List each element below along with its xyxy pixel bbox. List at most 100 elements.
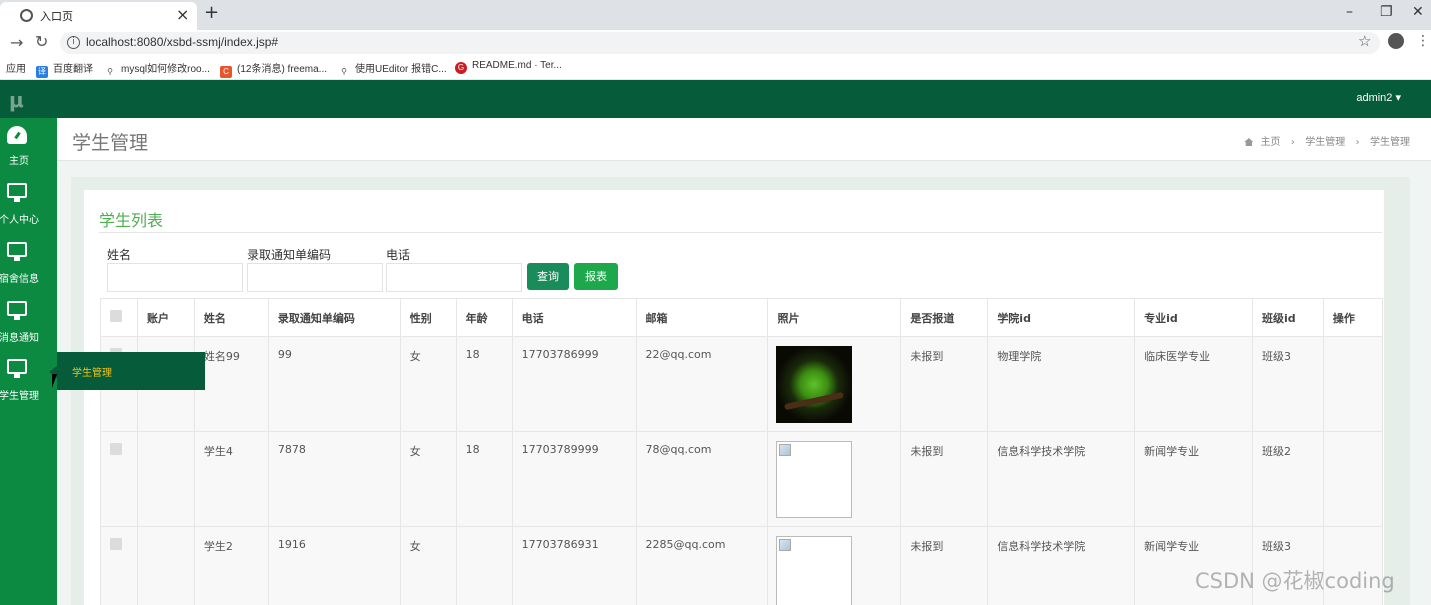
row-select-cell [100,526,138,605]
breadcrumb-item[interactable]: 学生管理 [1305,137,1345,148]
column-header: 姓名 [193,298,269,337]
sidebar-item-profile[interactable]: 个人中心 [0,177,57,235]
cell-major: 临床医学专业 [1134,336,1253,432]
breadcrumb-separator: › [1352,137,1363,148]
column-header: 学院id [987,298,1136,337]
profile-icon[interactable] [1388,33,1404,49]
name-filter-label: 姓名 [107,248,132,262]
checkbox[interactable] [110,310,122,322]
cell-class: 班级3 [1252,336,1324,432]
cell-phone: 17703786999 [511,336,637,432]
breadcrumb-home[interactable]: 主页 [1261,137,1281,148]
sidebar-item-label: 消息通知 [0,333,39,344]
sidebar-item-label: 学生管理 [0,391,39,402]
bookmark-item[interactable]: ⚲ mysql如何修改roo... [104,60,210,78]
user-menu[interactable]: admin2 ▾ [1356,91,1401,104]
close-icon[interactable]: × [176,5,189,24]
window-close-icon[interactable]: ✕ [1412,4,1424,20]
bookmarks-bar: 应用 译百度翻译 ⚲ mysql如何修改roo... C (12条消息) freem… [0,56,1431,80]
cell-email: 2285@qq.com [635,526,769,605]
sidebar-item-home[interactable]: 主页 [0,118,57,176]
column-header: 性别 [399,298,457,337]
cell-actions [1322,431,1384,527]
notice-code-filter-label: 录取通知单编码 [247,248,332,262]
cell-reported: 未报到 [900,336,989,432]
select-all-checkbox[interactable] [100,298,138,337]
student-table: 账户 姓名 录取通知单编码 性别 年龄 电话 邮箱 照片 是否报道 学院id 专… [100,298,1384,605]
sidebar-item-students[interactable]: 学生管理 [0,353,57,411]
column-header: 专业id [1134,298,1253,337]
sidebar-item-label: 宿舍信息 [0,274,39,285]
minimize-icon[interactable]: – [1346,4,1353,20]
monitor-icon [7,301,27,320]
row-checkbox[interactable] [110,443,122,455]
report-button[interactable]: 报表 [574,263,618,290]
info-icon[interactable]: i [67,36,80,49]
name-filter-input[interactable] [107,263,243,292]
column-header: 邮箱 [635,298,769,337]
url-input[interactable]: i localhost:8080/xsbd-ssmj/index.jsp# ☆ [60,32,1380,54]
browser-tab[interactable]: 入口页 × [0,2,197,30]
breadcrumb: 主页 › 学生管理 › 学生管理 [1240,133,1410,148]
cell-code: 99 [267,336,401,432]
column-header: 照片 [767,298,902,337]
home-icon [1244,138,1254,146]
broken-image-icon [776,441,853,518]
page-title: 学生管理 [72,132,149,154]
bookmark-apps[interactable]: 应用 [6,60,26,75]
cell-age: 18 [455,336,513,432]
breadcrumb-separator: › [1287,137,1299,148]
cell-account [136,431,195,527]
bookmark-item[interactable]: G README.md · Ter... [455,60,562,74]
notice-code-filter-input[interactable] [247,263,383,292]
cell-name: 学生2 [193,526,269,605]
row-select-cell [100,431,138,527]
cell-photo [767,336,902,432]
cell-major: 新闻学专业 [1134,431,1253,527]
phone-filter-label: 电话 [386,248,411,262]
column-header: 操作 [1322,298,1384,337]
query-button[interactable]: 查询 [527,263,569,290]
breadcrumb-current: 学生管理 [1370,137,1410,148]
sidebar-item-dorm[interactable]: 宿舍信息 [0,236,57,294]
bookmark-star-icon[interactable]: ☆ [1358,32,1371,50]
feather-icon: ⚲ [104,66,116,78]
cell-college: 信息科学技术学院 [987,526,1136,605]
mouse-cursor-icon [52,374,57,388]
cell-age: 18 [455,431,513,527]
csdn-icon: C [220,66,232,78]
student-photo [776,346,853,423]
cell-college: 信息科学技术学院 [987,431,1136,527]
cell-gender: 女 [399,431,457,527]
watermark: CSDN @花椒coding [1195,569,1395,593]
table-row: 学生2 1916 女 17703786931 2285@qq.com 未报到 信… [100,526,1384,605]
bookmark-item[interactable]: ⚲ 使用UEditor 报错C... [338,60,447,78]
app-header: μ admin2 ▾ [0,80,1431,118]
reload-icon[interactable]: ↻ [35,32,48,51]
cell-email: 78@qq.com [635,431,769,527]
row-checkbox[interactable] [110,538,122,550]
bookmark-item[interactable]: C (12条消息) freema... [220,60,327,78]
monitor-icon [7,359,27,378]
cell-account [136,526,195,605]
restore-icon[interactable]: ❐ [1380,4,1393,20]
cell-code: 7878 [267,431,401,527]
cell-actions [1322,336,1384,432]
column-header: 电话 [511,298,637,337]
phone-filter-input[interactable] [386,263,522,292]
main-content: 学生管理 主页 › 学生管理 › 学生管理 学生列表 姓名 录取通知单编码 电话… [57,118,1431,605]
submenu-flyout: 学生管理 [57,352,205,390]
forward-icon[interactable]: → [10,33,23,52]
bookmark-item[interactable]: 译百度翻译 [36,60,93,78]
new-tab-icon[interactable]: + [204,2,219,23]
sidebar-item-notices[interactable]: 消息通知 [0,295,57,353]
card-title: 学生列表 [99,211,164,230]
cell-reported: 未报到 [900,431,989,527]
broken-image-icon [776,536,853,605]
submenu-item-student-management[interactable]: 学生管理 [72,364,112,379]
globe-icon [20,9,33,22]
sidebar-item-label: 个人中心 [0,215,39,226]
table-row: 学生4 7878 女 18 17703789999 78@qq.com 未报到 … [100,431,1384,527]
menu-dots-icon[interactable]: ⋮ [1416,33,1430,49]
cell-gender: 女 [399,336,457,432]
